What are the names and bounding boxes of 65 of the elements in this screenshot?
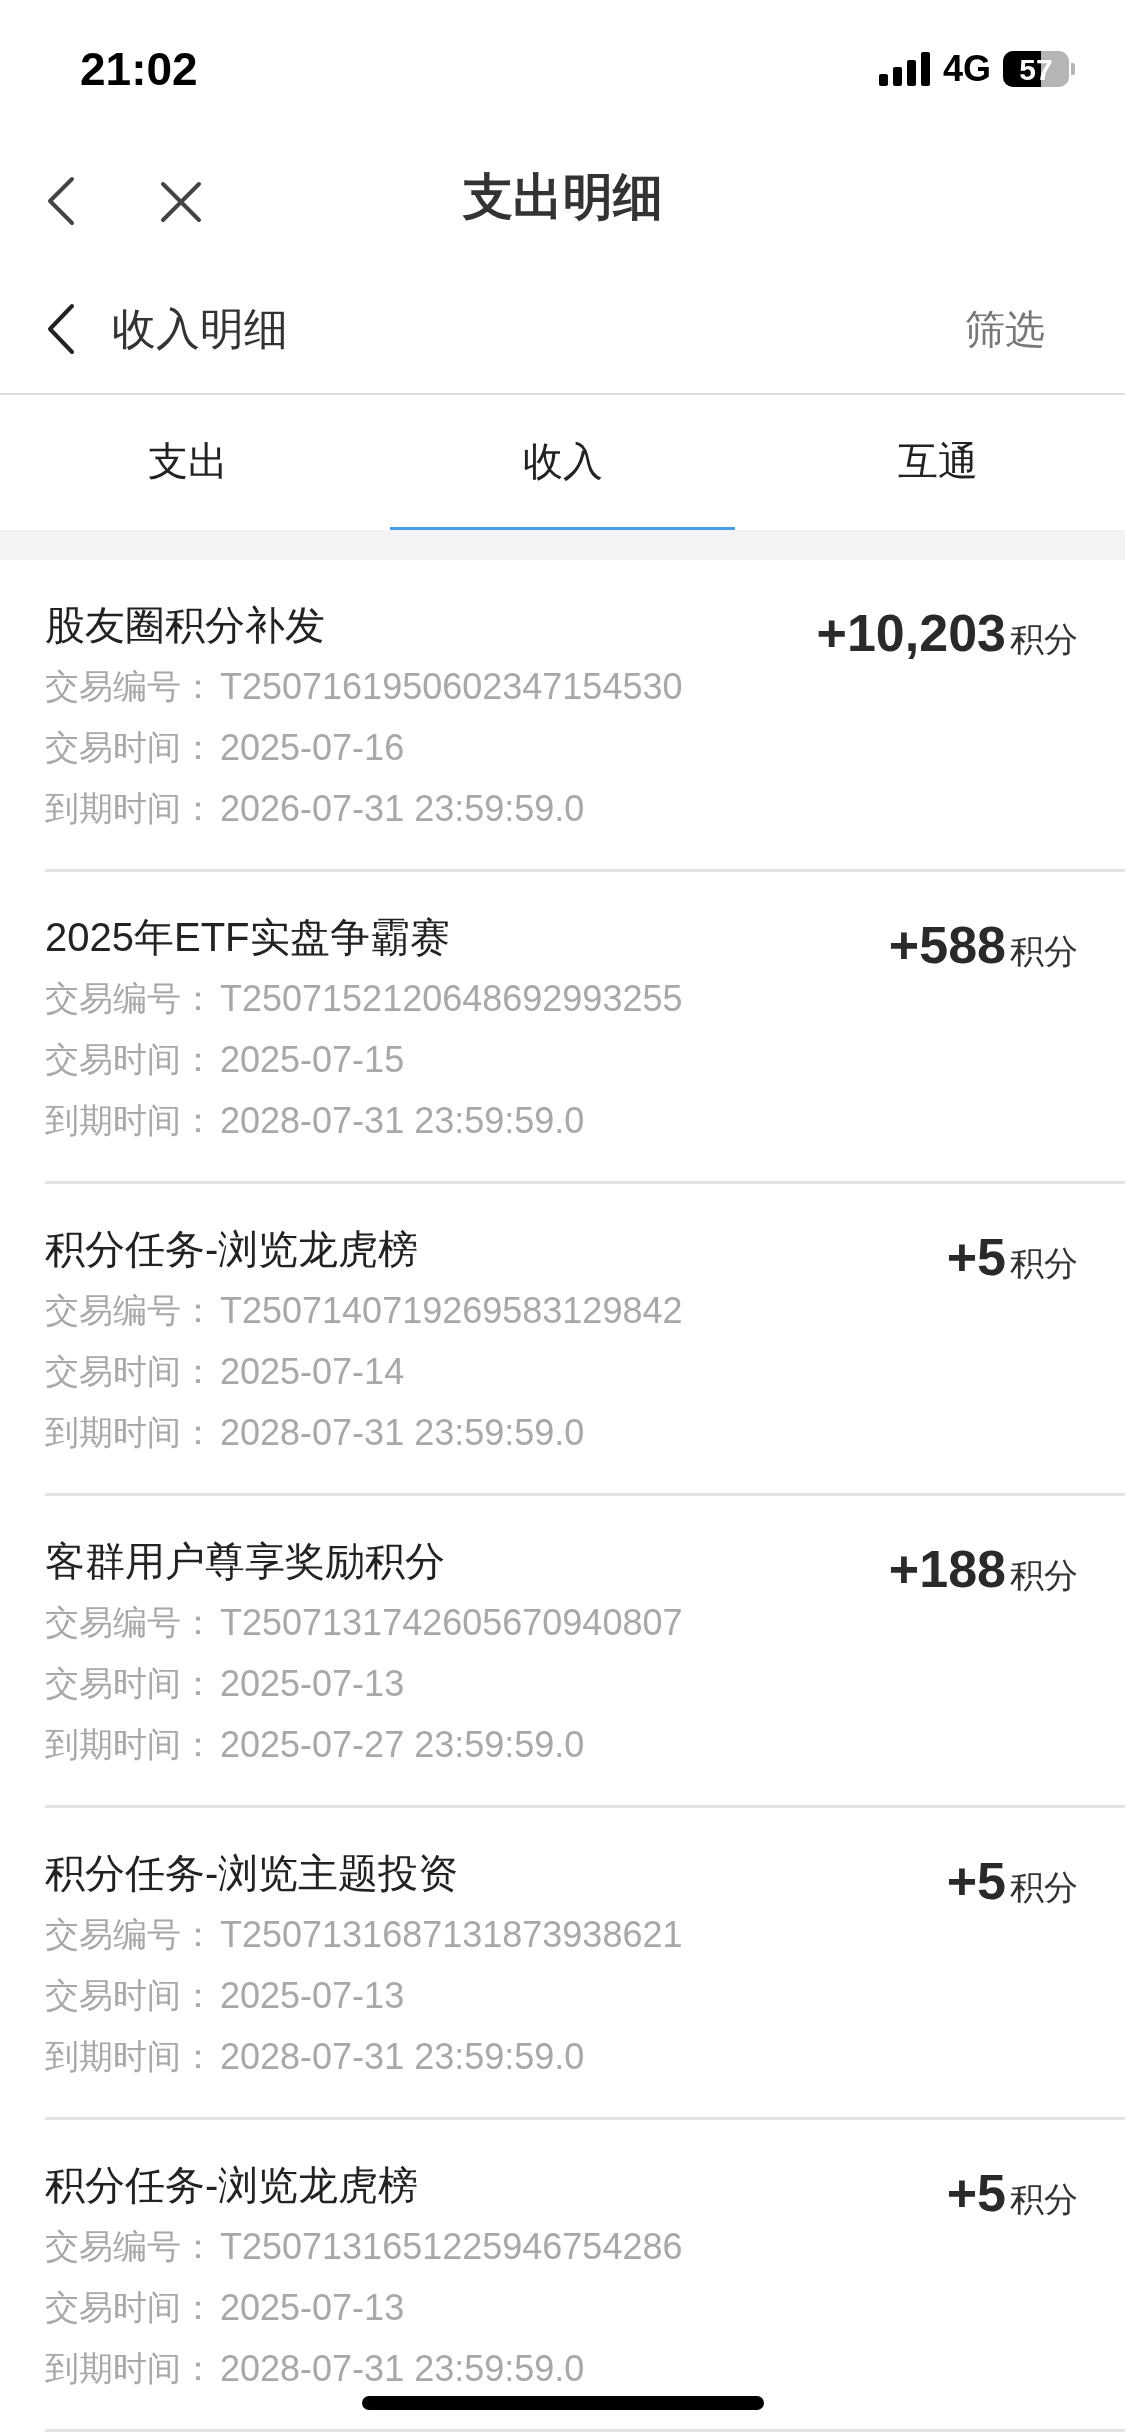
detail-value: T2507131687131873938621 — [220, 1912, 683, 1957]
detail-label: 到期时间： — [45, 2348, 216, 2389]
tab[interactable]: 互通 — [765, 395, 1110, 530]
back-icon[interactable] — [46, 303, 76, 355]
detail-value: 2028-07-31 23:59:59.0 — [220, 2346, 585, 2391]
points-unit: 积分 — [1010, 931, 1078, 972]
detail-value: 2025-07-27 23:59:59.0 — [220, 1722, 585, 1767]
points-amount: +188 — [888, 1539, 1006, 1600]
detail-value: 2025-07-13 — [220, 1661, 405, 1706]
detail-label: 到期时间： — [45, 1100, 216, 1141]
record-title: 股友圈积分补发 — [45, 602, 326, 649]
detail-value: T2507152120648692993255 — [220, 976, 683, 1021]
points-amount: +588 — [888, 915, 1006, 976]
signal-icon — [878, 52, 931, 86]
record-title: 积分任务-浏览主题投资 — [45, 1850, 460, 1897]
detail-label: 到期时间： — [45, 1412, 216, 1453]
detail-value: T2507131742605670940807 — [220, 1600, 683, 1645]
detail-value: T2507131651225946754286 — [220, 2224, 683, 2269]
detail-label: 到期时间： — [45, 788, 216, 829]
detail-label: 交易时间： — [45, 1975, 216, 2016]
status-time: 21:02 — [80, 41, 198, 97]
record-title: 客群用户尊享奖励积分 — [45, 1538, 446, 1585]
points-unit: 积分 — [1010, 2179, 1078, 2220]
detail-label: 交易时间： — [45, 1351, 216, 1392]
detail-value: 2028-07-31 23:59:59.0 — [220, 2034, 585, 2079]
points-unit: 积分 — [1010, 619, 1078, 660]
points-amount: +5 — [946, 1851, 1006, 1912]
points-unit: 积分 — [1010, 1867, 1078, 1908]
detail-value: 2025-07-13 — [220, 2285, 405, 2330]
section-title: 收入明细 — [112, 303, 288, 355]
points-unit: 积分 — [1010, 1243, 1078, 1284]
detail-label: 交易时间： — [45, 727, 216, 768]
points-amount: +5 — [946, 1227, 1006, 1288]
close-icon[interactable] — [160, 181, 202, 223]
record-title: 积分任务-浏览龙虎榜 — [45, 1226, 420, 1273]
detail-value: 2025-07-14 — [220, 1349, 405, 1394]
record-title: 积分任务-浏览龙虎榜 — [45, 2162, 420, 2209]
detail-value: T2507161950602347154530 — [220, 664, 683, 709]
detail-label: 交易时间： — [45, 1039, 216, 1080]
detail-value: 2028-07-31 23:59:59.0 — [220, 1410, 585, 1455]
detail-value: 2025-07-15 — [220, 1037, 405, 1082]
detail-value: 2028-07-31 23:59:59.0 — [220, 1098, 585, 1143]
detail-label: 交易编号： — [45, 1602, 216, 1643]
detail-value: 2025-07-16 — [220, 725, 405, 770]
detail-label: 交易编号： — [45, 1290, 216, 1331]
points-amount: +5 — [946, 2163, 1006, 2224]
detail-label: 交易时间： — [45, 1663, 216, 1704]
points-amount: +10,203 — [816, 603, 1006, 664]
record-title: 2025年ETF实盘争霸赛 — [45, 914, 451, 961]
detail-value: 2025-07-13 — [220, 1973, 405, 2018]
back-icon[interactable] — [46, 176, 76, 226]
network-label: 4G — [942, 47, 991, 91]
detail-label: 交易编号： — [45, 978, 216, 1019]
points-unit: 积分 — [1010, 1555, 1078, 1596]
detail-value: 2026-07-31 23:59:59.0 — [220, 786, 585, 831]
detail-label: 交易时间： — [45, 2287, 216, 2328]
detail-value: T2507140719269583129842 — [220, 1288, 683, 1333]
page-title: 支出明细 — [462, 168, 663, 227]
detail-label: 到期时间： — [45, 2036, 216, 2077]
detail-label: 交易编号： — [45, 1914, 216, 1955]
detail-label: 交易编号： — [45, 2226, 216, 2267]
detail-label: 到期时间： — [45, 1724, 216, 1765]
tab[interactable]: 支出 — [15, 395, 360, 530]
filter-button[interactable]: 筛选 — [965, 299, 1045, 359]
detail-label: 交易编号： — [45, 666, 216, 707]
